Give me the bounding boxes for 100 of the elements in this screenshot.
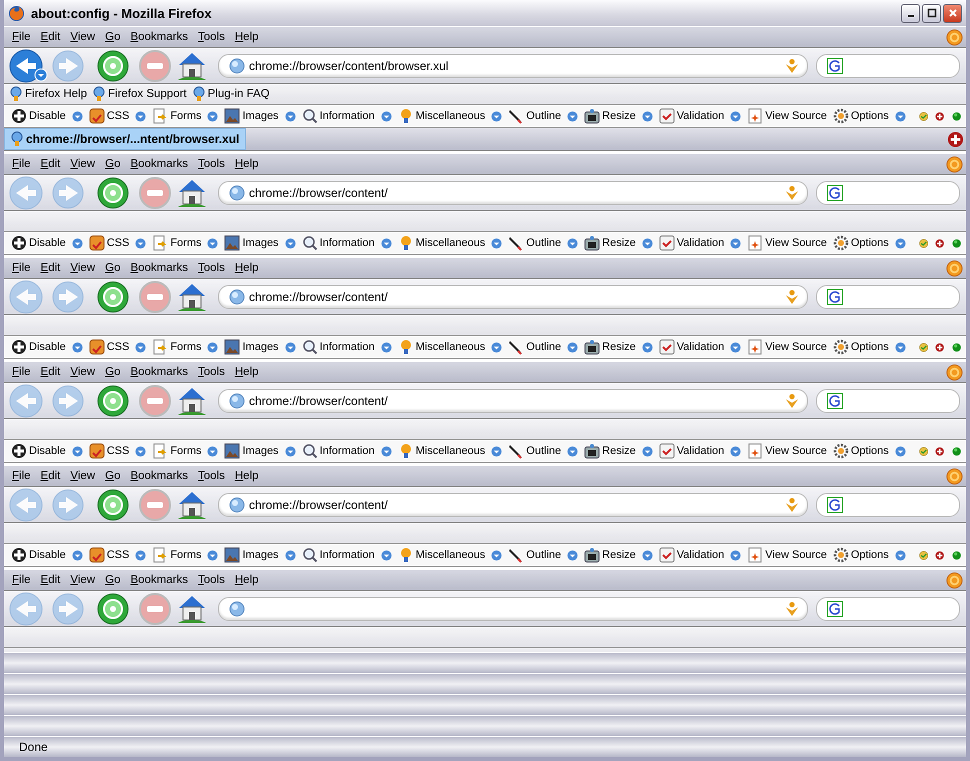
- menu-item[interactable]: Edit: [36, 158, 66, 170]
- menu-item[interactable]: Tools: [193, 470, 230, 482]
- menu-item[interactable]: View: [65, 262, 100, 274]
- toolbar-button[interactable]: CSS: [88, 108, 146, 124]
- menu-item[interactable]: Go: [100, 574, 126, 586]
- toolbar-button[interactable]: Miscellaneous: [398, 235, 502, 251]
- menu-item[interactable]: Go: [100, 470, 126, 482]
- toolbar-button[interactable]: Outline: [508, 108, 578, 124]
- toolbar-button[interactable]: Miscellaneous: [398, 108, 502, 124]
- address-field[interactable]: chrome://browser/content/browser.xul: [218, 54, 808, 78]
- toolbar-button[interactable]: Forms: [152, 108, 218, 124]
- toolbar-button[interactable]: Validation: [658, 235, 742, 251]
- menu-item[interactable]: File: [7, 158, 36, 170]
- menu-item[interactable]: Bookmarks: [125, 262, 193, 274]
- menu-item[interactable]: Tools: [193, 574, 230, 586]
- toolbar-button[interactable]: Options: [832, 443, 906, 459]
- menu-item[interactable]: Edit: [36, 366, 66, 378]
- toolbar-button[interactable]: Disable: [11, 339, 83, 355]
- address-field[interactable]: chrome://browser/content/: [218, 284, 808, 308]
- toolbar-button[interactable]: Information: [302, 108, 392, 124]
- menu-item[interactable]: Edit: [36, 470, 66, 482]
- address-field[interactable]: chrome://browser/content/: [218, 492, 808, 516]
- toolbar-button[interactable]: Options: [832, 235, 906, 251]
- toolbar-button[interactable]: Validation: [658, 108, 742, 124]
- menu-item[interactable]: Help: [230, 366, 264, 378]
- menu-item[interactable]: Help: [230, 262, 264, 274]
- menu-item[interactable]: View: [65, 31, 100, 43]
- menu-item[interactable]: Help: [230, 470, 264, 482]
- address-field[interactable]: chrome://browser/content/: [218, 180, 808, 204]
- toolbar-button[interactable]: Images: [224, 547, 296, 563]
- toolbar-button[interactable]: Images: [224, 108, 296, 124]
- toolbar-button[interactable]: Validation: [658, 547, 742, 563]
- menu-item[interactable]: Bookmarks: [125, 470, 193, 482]
- menu-item[interactable]: Help: [230, 574, 264, 586]
- toolbar-button[interactable]: View Source: [747, 443, 827, 459]
- toolbar-button[interactable]: Information: [302, 443, 392, 459]
- toolbar-button[interactable]: Information: [302, 339, 392, 355]
- toolbar-button[interactable]: Options: [832, 339, 906, 355]
- toolbar-button[interactable]: Outline: [508, 339, 578, 355]
- toolbar-button[interactable]: CSS: [88, 235, 146, 251]
- menu-item[interactable]: Bookmarks: [125, 574, 193, 586]
- menu-item[interactable]: Go: [100, 31, 126, 43]
- menu-item[interactable]: Bookmarks: [125, 31, 193, 43]
- menu-item[interactable]: Go: [100, 366, 126, 378]
- menu-item[interactable]: Bookmarks: [125, 158, 193, 170]
- menu-item[interactable]: Help: [230, 31, 264, 43]
- menu-item[interactable]: File: [7, 470, 36, 482]
- toolbar-button[interactable]: Disable: [11, 547, 83, 563]
- toolbar-button[interactable]: View Source: [747, 547, 827, 563]
- menu-item[interactable]: View: [65, 158, 100, 170]
- toolbar-button[interactable]: Miscellaneous: [398, 547, 502, 563]
- toolbar-button[interactable]: Forms: [152, 547, 218, 563]
- toolbar-button[interactable]: View Source: [747, 235, 827, 251]
- toolbar-button[interactable]: Outline: [508, 235, 578, 251]
- toolbar-button[interactable]: View Source: [747, 108, 827, 124]
- menu-item[interactable]: Go: [100, 262, 126, 274]
- toolbar-button[interactable]: Disable: [11, 108, 83, 124]
- toolbar-button[interactable]: Forms: [152, 339, 218, 355]
- toolbar-button[interactable]: Information: [302, 235, 392, 251]
- bookmark-link[interactable]: Firefox Help: [10, 86, 87, 102]
- menu-item[interactable]: File: [7, 31, 36, 43]
- toolbar-button[interactable]: Resize: [584, 108, 653, 124]
- toolbar-button[interactable]: Outline: [508, 443, 578, 459]
- toolbar-button[interactable]: Images: [224, 443, 296, 459]
- toolbar-button[interactable]: Images: [224, 235, 296, 251]
- menu-item[interactable]: Help: [230, 158, 264, 170]
- address-field[interactable]: chrome://browser/content/: [218, 388, 808, 412]
- menu-item[interactable]: View: [65, 470, 100, 482]
- toolbar-button[interactable]: Forms: [152, 235, 218, 251]
- toolbar-button[interactable]: Resize: [584, 339, 653, 355]
- menu-item[interactable]: Bookmarks: [125, 366, 193, 378]
- bookmark-link[interactable]: Plug-in FAQ: [192, 86, 270, 102]
- toolbar-button[interactable]: Validation: [658, 339, 742, 355]
- toolbar-button[interactable]: Resize: [584, 547, 653, 563]
- menu-item[interactable]: Tools: [193, 366, 230, 378]
- toolbar-button[interactable]: Information: [302, 547, 392, 563]
- tab[interactable]: chrome://browser/...ntent/browser.xul: [4, 128, 246, 150]
- menu-item[interactable]: Go: [100, 158, 126, 170]
- toolbar-button[interactable]: Images: [224, 339, 296, 355]
- toolbar-button[interactable]: Resize: [584, 443, 653, 459]
- menu-item[interactable]: Edit: [36, 262, 66, 274]
- toolbar-button[interactable]: Options: [832, 547, 906, 563]
- toolbar-button[interactable]: CSS: [88, 443, 146, 459]
- menu-item[interactable]: Edit: [36, 31, 66, 43]
- menu-item[interactable]: View: [65, 366, 100, 378]
- menu-item[interactable]: File: [7, 366, 36, 378]
- toolbar-button[interactable]: Miscellaneous: [398, 339, 502, 355]
- menu-item[interactable]: Tools: [193, 31, 230, 43]
- toolbar-button[interactable]: View Source: [747, 339, 827, 355]
- toolbar-button[interactable]: Options: [832, 108, 906, 124]
- toolbar-button[interactable]: Resize: [584, 235, 653, 251]
- menu-item[interactable]: View: [65, 574, 100, 586]
- menu-item[interactable]: Edit: [36, 574, 66, 586]
- toolbar-button[interactable]: Validation: [658, 443, 742, 459]
- toolbar-button[interactable]: Forms: [152, 443, 218, 459]
- menu-item[interactable]: Tools: [193, 158, 230, 170]
- toolbar-button[interactable]: Disable: [11, 443, 83, 459]
- bookmark-link[interactable]: Firefox Support: [93, 86, 187, 102]
- menu-item[interactable]: File: [7, 574, 36, 586]
- toolbar-button[interactable]: CSS: [88, 339, 146, 355]
